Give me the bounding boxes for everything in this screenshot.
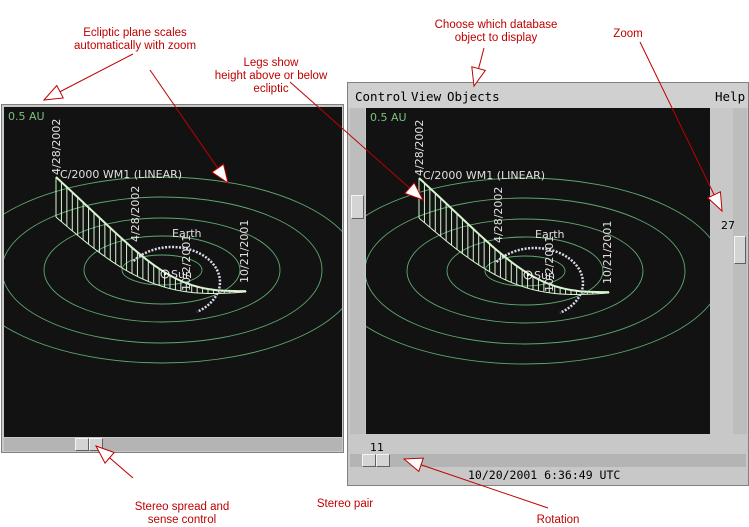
annotation-ecliptic-line2: automatically with zoom (73, 40, 197, 52)
left-orbit-plot: C/2000 WM1 (LINEAR)EarthSun4/28/20024/28… (4, 119, 342, 364)
rotation-scrollbar[interactable] (350, 454, 746, 467)
annotation-stereo-pair: Stereo pair (316, 498, 374, 510)
sun-dot (526, 273, 530, 277)
annotation-ecliptic: Ecliptic plane scales automatically with… (60, 27, 210, 53)
comet-label: C/2000 WM1 (LINEAR) (423, 169, 545, 182)
arrow-ecliptic-scale-line (43, 53, 134, 101)
left-vertical-slider[interactable] (350, 108, 365, 434)
annotation-ecliptic-line1: Ecliptic plane scales (83, 27, 187, 39)
annotation-choose-object: Choose which database object to display (414, 19, 578, 45)
annotation-stereo-line1: Stereo spread and (134, 501, 230, 513)
menu-bar: Control View Objects Help (348, 83, 748, 108)
menu-view[interactable]: View (411, 89, 441, 104)
zoom-value: 27 (721, 219, 735, 232)
annotation-legs-line3: ecliptic (253, 83, 289, 95)
left-stereo-window: C/2000 WM1 (LINEAR) Earth Sun 4/28/2002 4/28… (1, 104, 344, 453)
menu-help[interactable]: Help (715, 89, 745, 104)
annotation-zoom: Zoom (613, 28, 643, 40)
stereo-spread-scrollbar[interactable] (4, 438, 342, 451)
date-label-comet-start: 4/28/2002 (50, 119, 63, 175)
annotation-legs: Legs show height above or below ecliptic (196, 57, 346, 96)
comet-label: C/2000 WM1 (LINEAR) (60, 168, 182, 181)
annotation-stereo-line2: sense control (147, 514, 217, 526)
rotation-thumb-a[interactable] (362, 454, 376, 467)
annotation-choose-line2: object to display (454, 32, 538, 44)
annotation-rotation: Rotation (536, 514, 580, 526)
left-scale-label: 0.5 AU (8, 110, 45, 123)
date-label-comet-start: 4/28/2002 (413, 120, 426, 176)
date-label-oct2: 10/2/2001 (543, 236, 556, 292)
right-orbit-view[interactable]: C/2000 WM1 (LINEAR) Earth Sun 4/28/2002 4/28… (366, 108, 710, 434)
date-label-oct21: 10/21/2001 (238, 220, 251, 283)
stereo-sense-thumb[interactable] (89, 438, 103, 451)
left-vertical-slider-thumb[interactable] (351, 195, 364, 219)
zoom-slider[interactable] (733, 108, 747, 434)
zoom-slider-thumb[interactable] (734, 236, 746, 264)
date-label-mid: 4/28/2002 (492, 187, 505, 243)
right-viewer-window: Control View Objects Help C/2000 WM1 (LI… (347, 82, 749, 486)
right-orbit-plot: C/2000 WM1 (LINEAR)EarthSun4/28/20024/28… (366, 120, 710, 365)
arrow-objects-menu-line (473, 47, 485, 87)
menu-control[interactable]: Control (355, 89, 408, 104)
sun-dot (163, 272, 167, 276)
date-label-mid: 4/28/2002 (129, 186, 142, 242)
annotation-stereo-spread: Stereo spread and sense control (112, 501, 252, 527)
annotation-legs-line2: height above or below (214, 70, 328, 82)
annotation-legs-line1: Legs show (243, 57, 299, 69)
arrow-ecliptic-scale-head (42, 84, 64, 101)
status-time: 10/20/2001 6:36:49 UTC (468, 468, 621, 482)
rotation-value: 11 (370, 441, 384, 454)
stereo-spread-thumb[interactable] (75, 438, 89, 451)
menu-objects[interactable]: Objects (447, 89, 500, 104)
annotation-choose-line1: Choose which database (434, 19, 558, 31)
rotation-thumb-b[interactable] (376, 454, 390, 467)
date-label-oct21: 10/21/2001 (601, 221, 614, 284)
right-scale-label: 0.5 AU (370, 111, 407, 124)
date-label-oct2: 10/2/2001 (180, 235, 193, 291)
left-orbit-view[interactable]: C/2000 WM1 (LINEAR) Earth Sun 4/28/2002 4/28… (4, 107, 342, 437)
